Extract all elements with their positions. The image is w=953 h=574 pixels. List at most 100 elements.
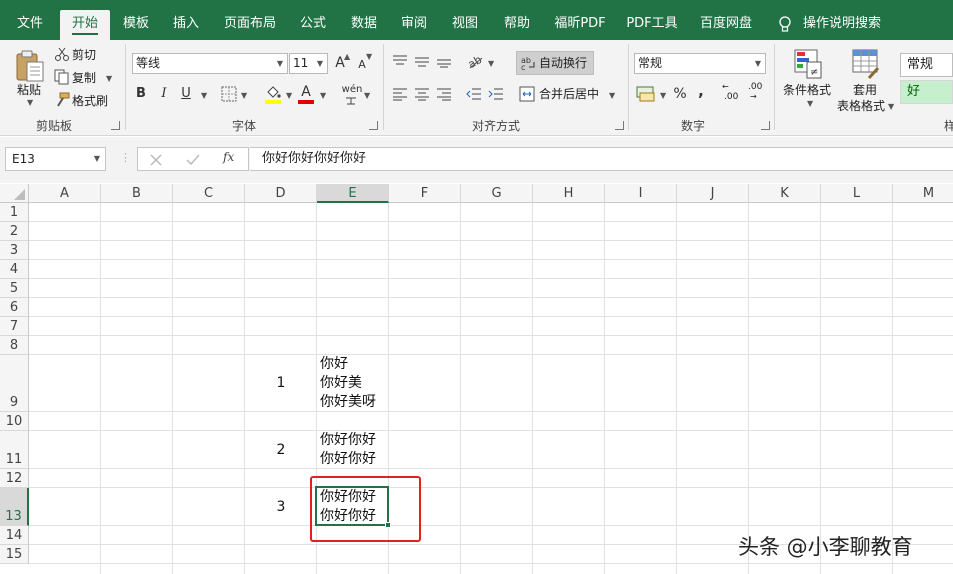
cell-d9[interactable]: 1	[245, 374, 317, 393]
tab-review[interactable]: 审阅	[393, 10, 435, 40]
align-top-icon[interactable]	[392, 54, 408, 68]
tab-home[interactable]: 开始	[60, 10, 110, 40]
select-all-button[interactable]	[0, 184, 29, 203]
font-name-combo[interactable]: 等线 ▼	[132, 53, 288, 74]
row-header-6[interactable]: 6	[0, 298, 29, 317]
font-color-dropdown-icon[interactable]: ▼	[320, 91, 326, 100]
row-header-9[interactable]: 9	[0, 355, 29, 412]
tab-baidu-pan[interactable]: 百度网盘	[694, 10, 758, 40]
paste-dropdown-icon[interactable]: ▼	[27, 98, 33, 107]
cell-e9-line1[interactable]: 你好	[320, 355, 348, 374]
comma-style-button[interactable]: ,	[696, 82, 706, 100]
name-box[interactable]: E13 ▼	[5, 147, 106, 171]
alignment-launcher-icon[interactable]	[615, 121, 624, 130]
tab-view[interactable]: 视图	[444, 10, 486, 40]
phonetic-dropdown-icon[interactable]: ▼	[364, 91, 370, 100]
cell-e9-line3[interactable]: 你好美呀	[320, 393, 376, 412]
column-header-e[interactable]: E	[317, 184, 389, 203]
borders-icon[interactable]	[221, 86, 237, 102]
merge-center-button[interactable]: 合并后居中	[539, 84, 599, 104]
column-header-c[interactable]: C	[173, 184, 245, 203]
bold-button[interactable]: B	[134, 85, 148, 103]
accounting-dropdown-icon[interactable]: ▼	[660, 91, 666, 100]
tab-help[interactable]: 帮助	[496, 10, 538, 40]
row-header-15[interactable]: 15	[0, 545, 29, 564]
more-options-icon[interactable]: ⋮	[120, 151, 131, 164]
orientation-icon[interactable]: ab	[466, 52, 486, 70]
row-header-8[interactable]: 8	[0, 336, 29, 355]
row-header-10[interactable]: 10	[0, 412, 29, 431]
row-header-12[interactable]: 12	[0, 469, 29, 488]
column-header-i[interactable]: I	[605, 184, 677, 203]
merge-center-dropdown-icon[interactable]: ▼	[609, 91, 615, 100]
italic-button[interactable]: I	[157, 85, 171, 103]
cell-style-normal[interactable]: 常规	[900, 53, 953, 77]
tab-insert[interactable]: 插入	[166, 10, 206, 40]
worksheet-grid[interactable]: ABCDEFGHIJKLM 1 2 3 4 5 6 7 8 9 10 11 12 13 14 15 1 你好…	[0, 184, 953, 574]
column-header-g[interactable]: G	[461, 184, 533, 203]
format-painter-button[interactable]: 格式刷	[72, 91, 108, 111]
copy-button[interactable]: 复制	[72, 68, 96, 88]
font-size-combo[interactable]: 11 ▼	[289, 53, 328, 74]
tell-me-search[interactable]: 操作说明搜索	[800, 10, 884, 40]
number-launcher-icon[interactable]	[761, 121, 770, 130]
cell-e11-line2[interactable]: 你好你好	[320, 450, 376, 469]
orientation-dropdown-icon[interactable]: ▼	[488, 59, 494, 68]
align-right-icon[interactable]	[436, 87, 452, 101]
row-header-11[interactable]: 11	[0, 431, 29, 469]
paste-icon[interactable]	[14, 48, 46, 84]
column-header-j[interactable]: J	[677, 184, 749, 203]
align-bottom-icon[interactable]	[436, 54, 452, 68]
tab-pdf-tools[interactable]: PDF工具	[622, 10, 682, 40]
increase-indent-icon[interactable]	[488, 87, 504, 101]
paste-button[interactable]: 粘贴	[17, 80, 41, 100]
row-header-2[interactable]: 2	[0, 222, 29, 241]
borders-dropdown-icon[interactable]: ▼	[241, 91, 247, 100]
column-header-m[interactable]: M	[893, 184, 953, 203]
row-header-4[interactable]: 4	[0, 260, 29, 279]
percent-style-button[interactable]: %	[672, 85, 688, 103]
column-header-f[interactable]: F	[389, 184, 461, 203]
row-header-7[interactable]: 7	[0, 317, 29, 336]
accounting-format-icon[interactable]	[636, 85, 658, 103]
conditional-formatting-button[interactable]: 条件格式	[783, 80, 831, 100]
tab-foxit-pdf[interactable]: 福昕PDF	[548, 10, 612, 40]
tab-data[interactable]: 数据	[343, 10, 385, 40]
font-color-button[interactable]: A	[298, 83, 314, 101]
row-header-13[interactable]: 13	[0, 488, 29, 526]
conditional-dropdown-icon[interactable]: ▼	[807, 99, 813, 108]
row-header-14[interactable]: 14	[0, 526, 29, 545]
column-header-d[interactable]: D	[245, 184, 317, 203]
underline-button[interactable]: U	[179, 85, 193, 103]
column-header-l[interactable]: L	[821, 184, 893, 203]
column-header-b[interactable]: B	[101, 184, 173, 203]
copy-dropdown-icon[interactable]: ▼	[106, 74, 112, 83]
insert-function-button[interactable]: fx	[223, 150, 234, 164]
row-header-1[interactable]: 1	[0, 203, 29, 222]
cell-d11[interactable]: 2	[245, 441, 317, 460]
cell-style-good[interactable]: 好	[900, 80, 953, 104]
clipboard-launcher-icon[interactable]	[111, 121, 120, 130]
tab-template[interactable]: 模板	[116, 10, 156, 40]
align-center-icon[interactable]	[414, 87, 430, 101]
format-as-table-button[interactable]: 表格格式	[837, 96, 885, 116]
align-left-icon[interactable]	[392, 87, 408, 101]
row-header-5[interactable]: 5	[0, 279, 29, 298]
column-header-a[interactable]: A	[29, 184, 101, 203]
tab-file[interactable]: 文件	[6, 10, 54, 40]
formula-input[interactable]: 你好你好你好你好	[250, 147, 953, 171]
fill-color-icon[interactable]	[264, 84, 282, 104]
row-header-3[interactable]: 3	[0, 241, 29, 260]
column-header-k[interactable]: K	[749, 184, 821, 203]
font-launcher-icon[interactable]	[369, 121, 378, 130]
underline-dropdown-icon[interactable]: ▼	[201, 91, 207, 100]
wrap-text-button[interactable]: ab c 自动换行	[516, 51, 594, 75]
cancel-entry-icon[interactable]	[150, 154, 162, 166]
fill-color-dropdown-icon[interactable]: ▼	[286, 91, 292, 100]
tab-formulas[interactable]: 公式	[292, 10, 334, 40]
decrease-indent-icon[interactable]	[466, 87, 482, 101]
confirm-entry-icon[interactable]	[186, 154, 200, 166]
tab-page-layout[interactable]: 页面布局	[218, 10, 282, 40]
column-header-h[interactable]: H	[533, 184, 605, 203]
cell-e9-line2[interactable]: 你好美	[320, 374, 362, 393]
